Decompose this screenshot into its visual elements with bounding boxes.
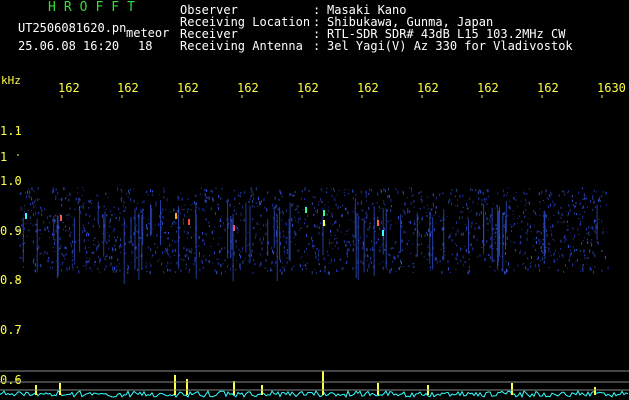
app-title: HROFFT bbox=[48, 0, 143, 15]
frequency-unit: kHz bbox=[1, 74, 21, 87]
x-tick: 162 bbox=[117, 81, 139, 95]
x-tick: 162 bbox=[237, 81, 259, 95]
signal-trace bbox=[0, 371, 629, 399]
x-tick: 1630 bbox=[597, 81, 626, 95]
spectrogram bbox=[0, 95, 629, 399]
antenna-colon: : bbox=[313, 39, 321, 53]
x-tick: 162 bbox=[297, 81, 319, 95]
antenna-value: 3el Yagi(V) Az 330 for Vladivostok bbox=[327, 39, 573, 53]
x-tick: 162 bbox=[177, 81, 199, 95]
x-tick: 162 bbox=[477, 81, 499, 95]
minute-counter: 18 bbox=[138, 39, 153, 53]
x-tick: 162 bbox=[58, 81, 80, 95]
x-tick: 162 bbox=[537, 81, 559, 95]
antenna-label: Receiving Antenna bbox=[180, 39, 303, 53]
file-name: UT2506081620.pn bbox=[18, 21, 127, 35]
noise-field bbox=[18, 187, 609, 284]
x-tick: 162 bbox=[417, 81, 439, 95]
date-time: 25.06.08 16:20 bbox=[18, 39, 120, 53]
x-tick: 162 bbox=[357, 81, 379, 95]
